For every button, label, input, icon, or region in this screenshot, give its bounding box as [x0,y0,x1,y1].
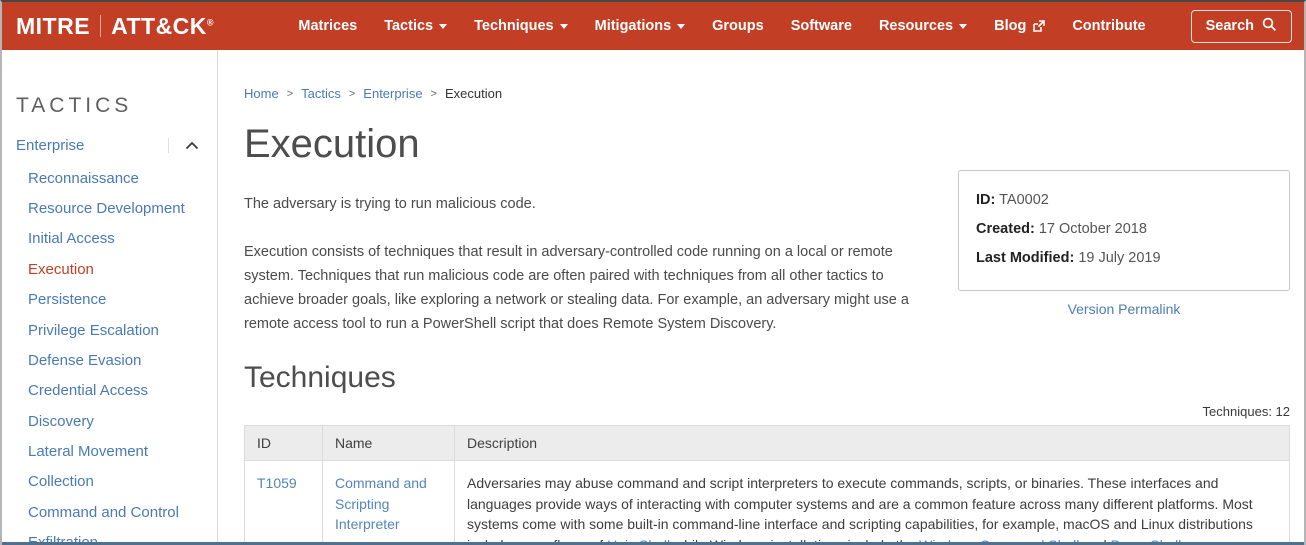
breadcrumb-separator: > [287,88,293,100]
breadcrumb-separator: > [349,88,355,100]
search-button[interactable]: Search [1191,10,1292,43]
card-id-row: ID: TA0002 [976,186,1272,215]
nav-item-blog[interactable]: Blog [994,18,1045,34]
card-id-label: ID: [976,192,995,208]
column-header-name: Name [323,426,455,461]
logo-divider [100,15,101,37]
technique-id-link[interactable]: T1059 [257,475,297,491]
sidebar-item-credential-access[interactable]: Credential Access [16,376,217,406]
tactic-info-card: ID: TA0002 Created: 17 October 2018 Last… [958,170,1290,291]
sidebar-item-command-and-control[interactable]: Command and Control [16,497,217,527]
breadcrumb-current: Execution [445,86,502,101]
page-title: Execution [244,122,1290,167]
card-modified-value: 19 July 2019 [1078,250,1160,266]
technique-description: Adversaries may abuse command and script… [455,461,1290,545]
sidebar-item-execution[interactable]: Execution [16,254,217,284]
card-modified-label: Last Modified: [976,250,1074,266]
table-header-row: ID Name Description [245,426,1290,461]
attack-wordmark: ATT&CK® [111,13,214,40]
breadcrumb-home[interactable]: Home [244,86,279,101]
caret-down-icon [959,24,967,29]
caret-down-icon [439,24,447,29]
tactic-list: Reconnaissance Resource Development Init… [16,163,217,545]
sidebar-item-discovery[interactable]: Discovery [16,406,217,436]
search-icon [1262,17,1277,36]
tactics-sidebar: TACTICS Enterprise Reconnaissance Resour… [2,50,218,544]
column-header-id: ID [245,426,323,461]
techniques-count: Techniques: 12 [244,404,1290,419]
sidebar-item-defense-evasion[interactable]: Defense Evasion [16,345,217,375]
card-modified-row: Last Modified: 19 July 2019 [976,244,1272,273]
sidebar-title: TACTICS [16,94,217,118]
caret-down-icon [560,24,568,29]
sidebar-item-lateral-movement[interactable]: Lateral Movement [16,436,217,466]
sidebar-item-persistence[interactable]: Persistence [16,285,217,315]
mitre-attack-logo[interactable]: MITRE ATT&CK® [16,13,214,40]
table-row: T1059 Command and Scripting Interpreter … [245,461,1290,545]
sidebar-item-initial-access[interactable]: Initial Access [16,224,217,254]
sidebar-group-label: Enterprise [16,137,84,154]
breadcrumb-separator: > [431,88,437,100]
caret-down-icon [677,24,685,29]
sidebar-item-collection[interactable]: Collection [16,467,217,497]
version-permalink-link[interactable]: Version Permalink [1068,301,1181,317]
tactic-long-description: Execution consists of techniques that re… [244,240,936,336]
nav-item-mitigations[interactable]: Mitigations [595,18,686,34]
card-created-value: 17 October 2018 [1039,221,1147,237]
sidebar-item-privilege-escalation[interactable]: Privilege Escalation [16,315,217,345]
tactic-short-description: The adversary is trying to run malicious… [244,192,936,216]
top-navbar: MITRE ATT&CK® Matrices Tactics Technique… [2,2,1304,50]
tactic-description: The adversary is trying to run malicious… [244,192,936,360]
nav-item-techniques[interactable]: Techniques [474,18,568,34]
browser-window: MITRE ATT&CK® Matrices Tactics Technique… [0,0,1306,545]
techniques-section-title: Techniques [244,361,1290,395]
sidebar-item-resource-development[interactable]: Resource Development [16,193,217,223]
chevron-up-icon[interactable] [168,138,217,153]
breadcrumb-tactics[interactable]: Tactics [301,86,341,101]
external-link-icon [1032,20,1045,33]
breadcrumb: Home > Tactics > Enterprise > Execution [244,86,1290,101]
nav-item-tactics[interactable]: Tactics [384,18,447,34]
nav-item-resources[interactable]: Resources [879,18,967,34]
registered-mark: ® [207,17,214,27]
nav-item-matrices[interactable]: Matrices [298,18,357,34]
primary-nav: Matrices Tactics Techniques Mitigations … [298,10,1292,43]
card-created-row: Created: 17 October 2018 [976,215,1272,244]
column-header-description: Description [455,426,1290,461]
sidebar-group-enterprise[interactable]: Enterprise [16,132,217,159]
description-text: Adversaries may abuse command and script… [467,475,1253,545]
breadcrumb-enterprise[interactable]: Enterprise [363,86,422,101]
card-id-value: TA0002 [999,192,1049,208]
main-content: Home > Tactics > Enterprise > Execution … [218,50,1304,544]
sidebar-item-reconnaissance[interactable]: Reconnaissance [16,163,217,193]
mitre-wordmark: MITRE [16,13,90,40]
techniques-table: ID Name Description T1059 Command and Sc… [244,425,1290,545]
nav-item-groups[interactable]: Groups [712,18,764,34]
nav-item-contribute[interactable]: Contribute [1072,18,1145,34]
nav-item-software[interactable]: Software [791,18,852,34]
card-created-label: Created: [976,221,1035,237]
technique-name-link[interactable]: Command and Scripting Interpreter [335,475,427,532]
